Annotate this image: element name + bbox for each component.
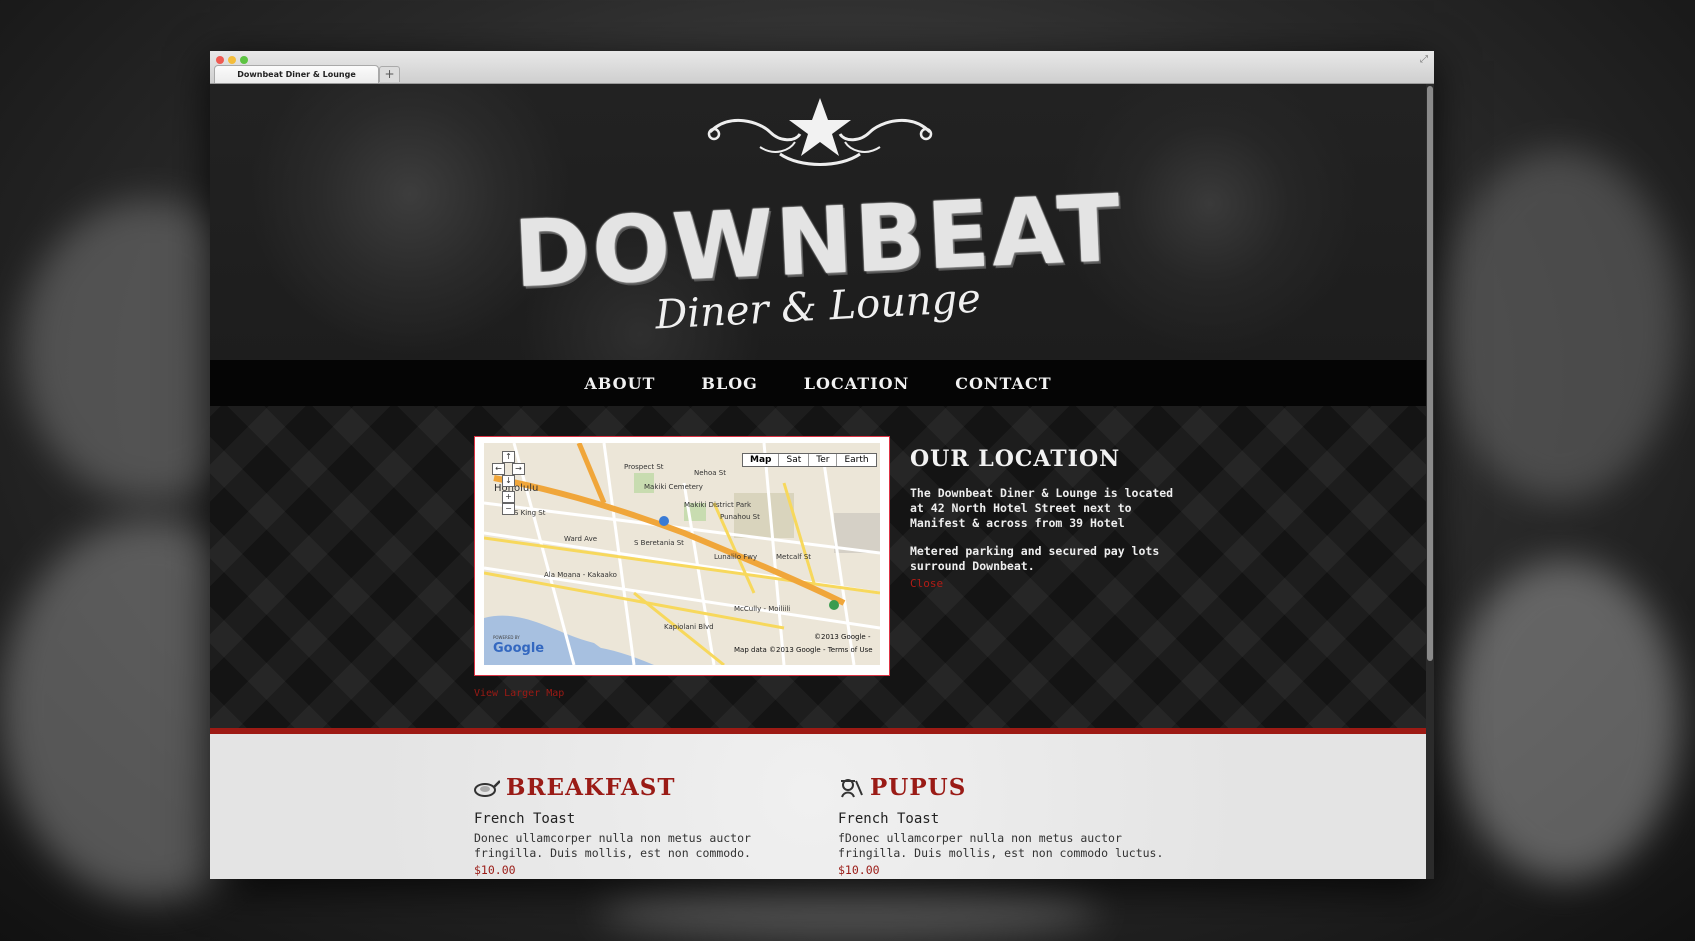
location-address: The Downbeat Diner & Lounge is located a… xyxy=(910,486,1174,530)
main-nav: ABOUT BLOG LOCATION CONTACT xyxy=(210,360,1426,406)
menu-item-description: fDonec ullamcorper nulla non metus aucto… xyxy=(838,831,1164,860)
map-label: S King St xyxy=(514,509,546,517)
map-type-satellite-button[interactable]: Sat xyxy=(779,454,810,466)
location-title: OUR LOCATION xyxy=(910,446,1121,472)
menu-section: BREAKFAST French Toast Donec ullamcorper… xyxy=(210,734,1426,879)
nav-item-about[interactable]: ABOUT xyxy=(584,374,655,393)
fullscreen-icon[interactable]: ⤢ xyxy=(1420,54,1428,65)
location-parking: Metered parking and secured pay lots sur… xyxy=(910,544,1160,573)
new-tab-button[interactable]: + xyxy=(379,66,400,82)
close-link[interactable]: Close xyxy=(910,577,943,590)
zoom-in-icon[interactable]: + xyxy=(502,491,515,503)
map-type-earth-button[interactable]: Earth xyxy=(837,454,875,466)
browser-chrome: Downbeat Diner & Lounge + ⤢ xyxy=(210,51,1434,84)
nav-item-contact[interactable]: CONTACT xyxy=(955,374,1051,393)
star-ornament-icon xyxy=(707,98,933,166)
google-logo[interactable]: Google xyxy=(493,641,544,656)
pan-right-icon[interactable]: → xyxy=(512,463,525,475)
zoom-out-icon[interactable]: − xyxy=(502,503,515,515)
map-label: Kapiolani Blvd xyxy=(664,623,714,631)
pan-up-icon[interactable]: ↑ xyxy=(502,451,515,463)
map-label: Metcalf St xyxy=(776,553,812,561)
hero-header: DOWNBEAT Diner & Lounge xyxy=(210,84,1426,360)
browser-tab[interactable]: Downbeat Diner & Lounge xyxy=(214,65,379,83)
view-larger-map-link[interactable]: View Larger Map xyxy=(474,688,564,699)
google-map[interactable]: Honolulu Makiki Cemetery Makiki District… xyxy=(484,443,880,665)
menu-heading-breakfast: BREAKFAST xyxy=(474,774,814,801)
page-scrollbar[interactable] xyxy=(1426,84,1434,879)
map-label: Prospect St xyxy=(624,463,664,471)
page-viewport: DOWNBEAT Diner & Lounge ABOUT BLOG LOCAT… xyxy=(210,84,1426,879)
browser-window: Downbeat Diner & Lounge + ⤢ DOWNBEAT Din… xyxy=(210,51,1434,879)
map-label: Makiki District Park xyxy=(684,501,752,509)
close-window-button[interactable] xyxy=(216,56,224,64)
chef-icon xyxy=(841,778,863,797)
menu-item-description: Donec ullamcorper nulla non metus auctor… xyxy=(474,831,751,860)
menu-item-price: $10.00 xyxy=(838,863,880,877)
menu-column-pupus: PUPUS French Toast fDonec ullamcorper nu… xyxy=(838,774,1178,877)
menu-item-price: $10.00 xyxy=(474,863,516,877)
minimize-window-button[interactable] xyxy=(228,56,236,64)
menu-heading-pupus: PUPUS xyxy=(838,774,1178,801)
map-label: Punahou St xyxy=(720,513,760,521)
menu-heading-label: PUPUS xyxy=(870,774,967,801)
menu-column-breakfast: BREAKFAST French Toast Donec ullamcorper… xyxy=(474,774,814,877)
location-section: Honolulu Makiki Cemetery Makiki District… xyxy=(210,406,1426,728)
map-label: Ala Moana - Kakaako xyxy=(544,571,617,579)
map-copyright: ©2013 Google - xyxy=(814,633,871,641)
nav-item-location[interactable]: LOCATION xyxy=(804,374,909,393)
map-data-credit[interactable]: Map data ©2013 Google - Terms of Use xyxy=(734,646,873,654)
map-type-terrain-button[interactable]: Ter xyxy=(809,454,838,466)
menu-item-name: French Toast xyxy=(838,811,940,827)
pan-down-icon[interactable]: ↓ xyxy=(502,475,515,487)
skillet-icon xyxy=(474,779,500,797)
map-label: Makiki Cemetery xyxy=(644,483,703,491)
scrollbar-thumb[interactable] xyxy=(1427,86,1433,661)
zoom-window-button[interactable] xyxy=(240,56,248,64)
map-powered-by: POWERED BY xyxy=(493,635,520,640)
map-label: Ward Ave xyxy=(564,535,598,543)
map-type-map-button[interactable]: Map xyxy=(743,454,780,466)
map-frame: Honolulu Makiki Cemetery Makiki District… xyxy=(474,436,890,676)
map-label: Nehoa St xyxy=(694,469,726,477)
map-label: Lunalilo Fwy xyxy=(714,553,758,561)
nav-item-blog[interactable]: BLOG xyxy=(701,374,757,393)
menu-heading-label: BREAKFAST xyxy=(506,774,676,801)
map-label: McCully - Moiliili xyxy=(734,605,791,613)
pan-left-icon[interactable]: ← xyxy=(492,463,505,475)
map-type-switcher: Map Sat Ter Earth xyxy=(742,453,877,467)
menu-item-name: French Toast xyxy=(474,811,576,827)
map-streets xyxy=(484,443,880,665)
map-label: Honolulu xyxy=(494,483,539,494)
map-label: S Beretania St xyxy=(634,539,684,547)
